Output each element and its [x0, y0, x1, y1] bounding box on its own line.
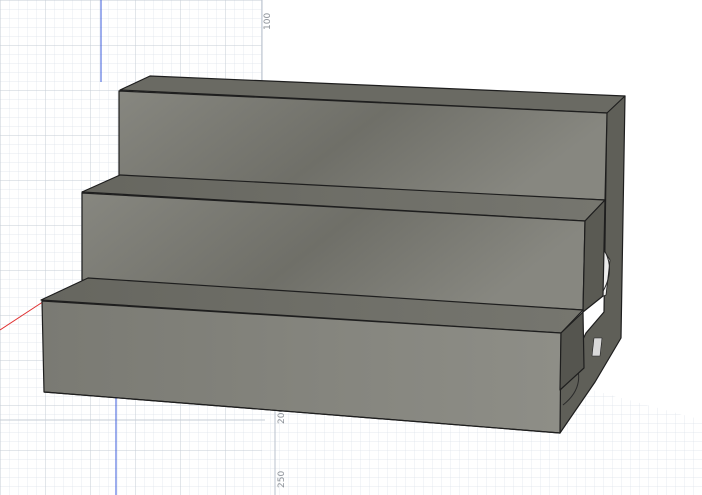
ruler-label-250: 250 — [277, 471, 287, 488]
cad-3d-viewport[interactable]: 100 200 250 — [0, 0, 702, 495]
side-panel-inner-slot — [591, 337, 603, 357]
stepped-riser-model[interactable] — [40, 75, 626, 434]
ruler-label-100: 100 — [263, 13, 273, 30]
viewport-canvas[interactable]: 100 200 250 — [0, 0, 702, 495]
